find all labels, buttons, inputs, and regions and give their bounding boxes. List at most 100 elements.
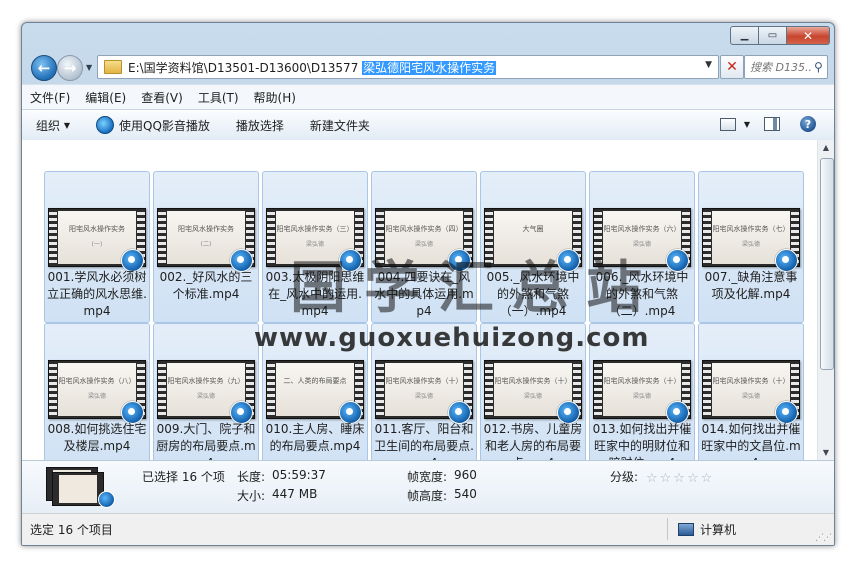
address-row: ← → ▼ E:\国学资料馆\D13501-D13600\D13577 梁弘德阳… [22,50,834,83]
file-tile[interactable]: 大气圈 005._风水环境中的外煞和气煞（一）.mp4 [480,171,586,323]
search-input[interactable] [745,59,814,75]
minimize-button[interactable]: ▁ [730,26,759,45]
thumbnail-subtitle: 梁弘德 [523,393,542,400]
back-button[interactable]: ← [31,55,57,81]
close-icon: ✕ [726,59,738,75]
film-strip-icon [703,209,711,266]
thumbnail-title: 阳宅风水操作实务（十） [712,377,790,385]
thumbnail-title: 阳宅风水操作实务（三） [276,225,354,233]
play-qq-button[interactable]: 使用QQ影音播放 [96,116,210,134]
address-bar[interactable]: E:\国学资料馆\D13501-D13600\D13577 梁弘德阳宅风水操作实… [97,55,719,79]
file-tile[interactable]: 阳宅风水操作实务（八） 梁弘德 008.如何挑选住宅及楼层.mp4 [44,323,150,460]
frame-width-label: 帧宽度: [407,470,448,484]
thumbnail-subtitle: (一) [91,241,103,248]
file-name: 014.如何找出并催旺家中的文昌位.mp4 [701,422,801,460]
thumbnail-title: 阳宅风水操作实务（十） [603,377,681,385]
film-strip-icon [158,361,166,418]
file-tile[interactable]: 阳宅风水操作实务 (一) 001.学风水必须树立正确的风水思维.mp4 [44,171,150,323]
menu-tools[interactable]: 工具(T) [198,89,239,106]
menu-help[interactable]: 帮助(H) [254,89,296,106]
file-tile[interactable]: 二、人类的布局要点 010.主人房、睡床的布局要点.mp4 [262,323,368,460]
scrollbar-thumb[interactable] [820,158,834,370]
frame-height-value: 540 [454,487,477,501]
length-label: 长度: [237,470,266,484]
file-name: 004.四要诀在_风水中的具体运用.mp4 [374,270,474,318]
thumbnail-subtitle: 梁弘德 [414,393,433,400]
close-button[interactable]: ✕ [787,26,830,45]
selected-count: 已选择 16 个项 [142,470,225,484]
film-strip-icon [267,361,275,418]
thumbnail-title: 阳宅风水操作实务（十） [385,377,463,385]
thumbnail-subtitle: 梁弘德 [305,241,324,248]
recent-pages-dropdown[interactable]: ▼ [86,63,92,72]
file-tile[interactable]: 阳宅风水操作实务（四） 梁弘德 004.四要诀在_风水中的具体运用.mp4 [371,171,477,323]
thumbnail-title: 阳宅风水操作实务（八） [58,377,136,385]
arrow-left-icon: ← [37,59,51,77]
film-strip-icon [485,361,493,418]
preview-pane-icon[interactable] [764,117,780,131]
change-view-icon[interactable] [719,117,736,131]
frame-width-value: 960 [454,468,477,482]
menu-view[interactable]: 查看(V) [141,89,183,106]
file-name: 002._好风水的三个标准.mp4 [159,270,253,301]
file-tile[interactable]: 阳宅风水操作实务（十） 梁弘德 011.客厅、阳台和卫生间的布局要点.mp4 [371,323,477,460]
status-selection: 选定 16 个项目 [30,523,113,537]
file-tile[interactable]: 阳宅风水操作实务（九） 梁弘德 009.大门、院子和厨房的布局要点.mp4 [153,323,259,460]
thumbnail-title: 阳宅风水操作实务 [178,225,234,233]
menu-file[interactable]: 文件(F) [30,89,70,106]
length-value: 05:59:37 [272,468,326,482]
qq-player-icon [98,491,115,508]
thumbnail-title: 二、人类的布局要点 [283,377,347,385]
film-strip-icon [703,361,711,418]
menu-edit[interactable]: 编辑(E) [85,89,126,106]
film-strip-icon [485,209,493,266]
file-name: 001.学风水必须树立正确的风水思维.mp4 [47,270,147,318]
new-folder-button[interactable]: 新建文件夹 [310,117,370,134]
scroll-down-icon[interactable]: ▼ [819,445,833,460]
organize-button[interactable]: 组织 ▼ [36,117,70,134]
help-icon[interactable]: ? [800,116,816,132]
qq-player-icon [96,116,114,134]
explorer-window: ▁ ▭ ✕ ← → ▼ E:\国学资料馆\D13501-D13600\D1357… [21,22,835,546]
file-tile[interactable]: 阳宅风水操作实务（十） 梁弘德 014.如何找出并催旺家中的文昌位.mp4 [698,323,804,460]
file-name: 009.大门、院子和厨房的布局要点.mp4 [156,422,256,460]
file-tile[interactable]: 阳宅风水操作实务（三） 梁弘德 003.太极阴阳思维在_风水中的运用.mp4 [262,171,368,323]
vertical-scrollbar[interactable]: ▲ ▼ [817,140,834,460]
file-tile[interactable]: 阳宅风水操作实务 (二) 002._好风水的三个标准.mp4 [153,171,259,323]
play-selection-button[interactable]: 播放选择 [236,117,284,134]
search-icon[interactable]: ⚲ [814,60,823,74]
status-divider [667,518,668,540]
file-tile[interactable]: 阳宅风水操作实务（十） 梁弘德 012.书房、儿童房和老人房的布局要点.mp4 [480,323,586,460]
file-name: 012.书房、儿童房和老人房的布局要点.mp4 [483,422,583,460]
file-name: 013.如何找出并催旺家中的明财位和暗财位.mp4 [592,422,692,460]
file-view: 阳宅风水操作实务 (一) 001.学风水必须树立正确的风水思维.mp4 阳宅风水操作实… [22,140,817,460]
address-path-selected: 梁弘德阳宅风水操作实务 [362,60,497,75]
caption-buttons: ▁ ▭ ✕ [730,26,830,45]
forward-button[interactable]: → [57,55,83,81]
address-path[interactable]: E:\国学资料馆\D13501-D13600\D13577 梁弘德阳宅风水操作实… [128,59,497,76]
file-tile[interactable]: 阳宅风水操作实务（十） 梁弘德 013.如何找出并催旺家中的明财位和暗财位.mp4 [589,323,695,460]
rating-stars[interactable]: ☆☆☆☆☆ [646,471,714,486]
stop-button[interactable]: ✕ [720,55,744,79]
status-location: 计算机 [678,521,736,538]
selection-video-icon [46,467,116,508]
film-strip-icon [158,209,166,266]
thumbnail-title: 阳宅风水操作实务（六） [603,225,681,233]
chevron-down-icon[interactable]: ▼ [744,120,750,129]
frame-height-label: 帧高度: [407,489,448,503]
file-name: 003.太极阴阳思维在_风水中的运用.mp4 [265,270,365,318]
thumbnail-subtitle: 梁弘德 [632,241,651,248]
details-pane: 已选择 16 个项 长度: 05:59:37 大小: 447 MB 帧宽度: 9… [22,460,834,513]
rating-label: 分级: [610,470,639,484]
thumbnail-subtitle: 梁弘德 [414,241,433,248]
thumbnail-title: 阳宅风水操作实务（七） [712,225,790,233]
maximize-button[interactable]: ▭ [759,26,787,45]
scroll-up-icon[interactable]: ▲ [819,140,833,155]
chevron-down-icon[interactable]: ▼ [705,60,712,70]
command-bar: 组织 ▼ 使用QQ影音播放 播放选择 新建文件夹 ▼ ? [22,109,834,141]
chevron-down-icon: ▼ [63,120,70,130]
file-tile[interactable]: 阳宅风水操作实务（六） 梁弘德 006._风水环境中的外煞和气煞（二）.mp4 [589,171,695,323]
search-box: ⚲ [744,55,828,79]
resize-grip[interactable]: ⋰⋰ [815,533,832,543]
file-tile[interactable]: 阳宅风水操作实务（七） 梁弘德 007._缺角注意事项及化解.mp4 [698,171,804,323]
